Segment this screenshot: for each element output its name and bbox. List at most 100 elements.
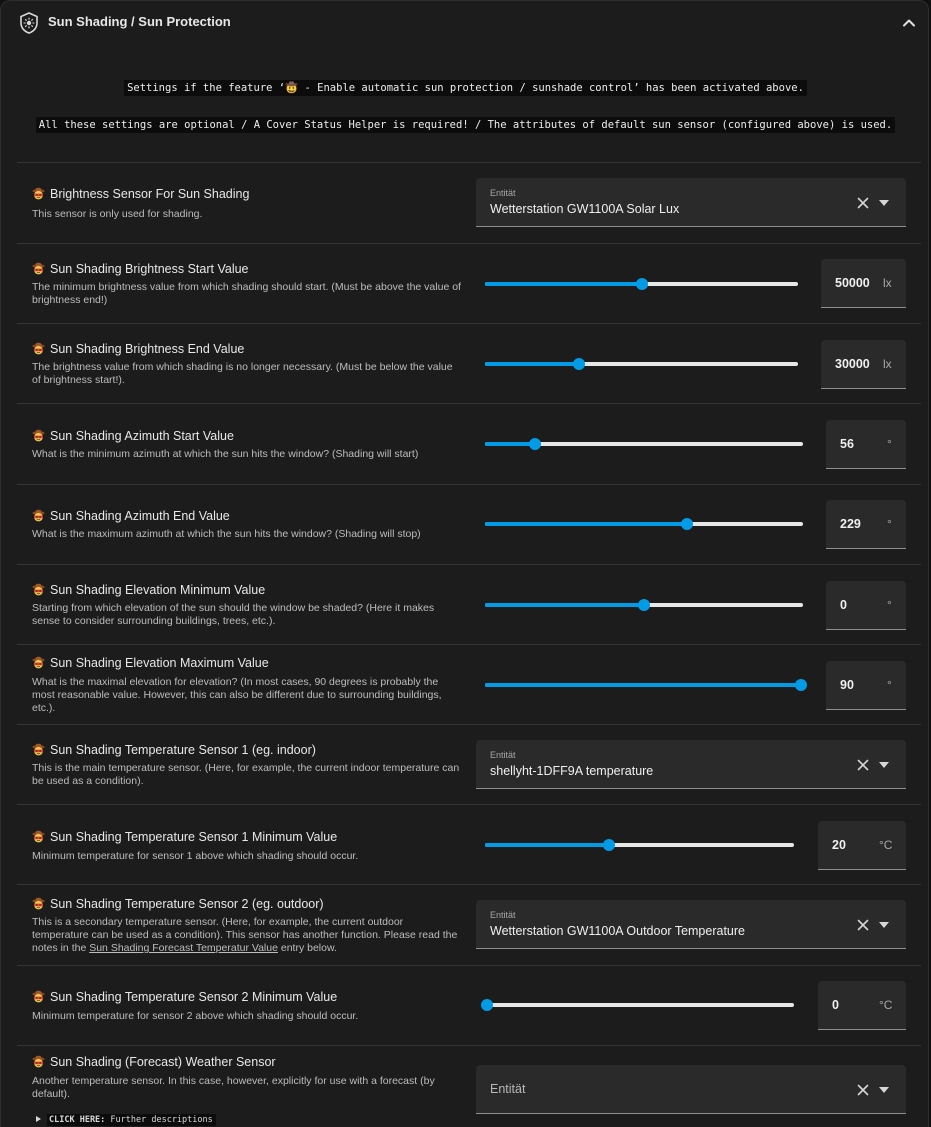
- unit-label: °: [887, 437, 892, 451]
- slider-thumb[interactable]: [481, 999, 493, 1011]
- azimuth-end-input[interactable]: 229 °: [826, 500, 906, 549]
- azimuth-end-slider[interactable]: [485, 517, 803, 531]
- brightness-sensor-select[interactable]: Entität Wetterstation GW1100A Solar Lux: [476, 178, 906, 227]
- elevation-max-slider[interactable]: [485, 678, 807, 692]
- row-temp-1-min: Sun Shading Temperature Sensor 1 Minimum…: [17, 804, 921, 884]
- forecast-temperature-link[interactable]: Sun Shading Forecast Temperatur Value: [89, 942, 278, 954]
- temp-2-min-slider[interactable]: [481, 998, 794, 1012]
- row-description: This is the main temperature sensor. (He…: [32, 762, 460, 787]
- forecast-sensor-select[interactable]: Entität: [476, 1065, 906, 1114]
- clear-icon[interactable]: [857, 197, 869, 209]
- clear-icon[interactable]: [857, 1084, 869, 1096]
- select-value: shellyht-1DFF9A temperature: [490, 764, 654, 778]
- cowboy-emoji-icon: [32, 656, 45, 669]
- row-description: Another temperature sensor. In this case…: [32, 1075, 435, 1100]
- row-title: Sun Shading Brightness End Value: [32, 342, 244, 356]
- select-label: Entität: [490, 910, 516, 920]
- azimuth-start-slider[interactable]: [485, 437, 803, 451]
- cowboy-emoji-icon: [32, 1055, 45, 1068]
- dropdown-arrow-icon[interactable]: [879, 922, 889, 928]
- row-title: Sun Shading Temperature Sensor 1 (eg. in…: [32, 743, 316, 757]
- number-value: 56: [840, 437, 854, 451]
- cowboy-emoji-icon: [32, 429, 45, 442]
- cowboy-emoji-icon: [32, 830, 45, 843]
- cowboy-emoji-icon: [32, 583, 45, 596]
- dropdown-arrow-icon[interactable]: [879, 1087, 889, 1093]
- dropdown-arrow-icon[interactable]: [879, 762, 889, 768]
- select-label: Entität: [490, 188, 516, 198]
- row-forecast-sensor: Sun Shading (Forecast) Weather Sensor An…: [17, 1045, 921, 1127]
- further-descriptions-toggle[interactable]: CLICK HERE: Further descriptions: [36, 1114, 216, 1126]
- shield-sun-icon: [20, 12, 38, 34]
- brightness-end-input[interactable]: 30000 lx: [821, 340, 906, 389]
- cowboy-emoji-icon: [32, 743, 45, 756]
- row-temp-2-min: Sun Shading Temperature Sensor 2 Minimum…: [17, 965, 921, 1045]
- cowboy-emoji-icon: [32, 262, 45, 275]
- select-value: Wetterstation GW1100A Solar Lux: [490, 202, 680, 216]
- unit-label: °C: [879, 838, 893, 852]
- row-elevation-max: Sun Shading Elevation Maximum Value What…: [17, 644, 921, 724]
- slider-thumb[interactable]: [795, 679, 807, 691]
- brightness-start-input[interactable]: 50000 lx: [821, 259, 906, 308]
- slider-thumb[interactable]: [572, 358, 585, 370]
- row-brightness-sensor: Brightness Sensor For Sun Shading This s…: [17, 162, 921, 243]
- number-value: 30000: [835, 357, 870, 371]
- temp-1-min-slider[interactable]: [485, 838, 794, 852]
- elevation-min-slider[interactable]: [485, 598, 803, 612]
- cowboy-emoji-icon: [32, 897, 45, 910]
- row-description: Minimum temperature for sensor 2 above w…: [32, 1010, 359, 1022]
- select-label: Entität: [490, 750, 516, 760]
- clear-icon[interactable]: [857, 759, 869, 771]
- expand-triangle-icon: [36, 1116, 41, 1122]
- number-value: 50000: [835, 276, 870, 290]
- elevation-min-input[interactable]: 0 °: [826, 581, 906, 630]
- row-title: Sun Shading Azimuth End Value: [32, 509, 230, 523]
- unit-label: lx: [883, 276, 892, 290]
- cowboy-emoji-icon: [32, 342, 45, 355]
- unit-label: °: [887, 517, 892, 531]
- row-temp-sensor-1: Sun Shading Temperature Sensor 1 (eg. in…: [17, 724, 921, 804]
- row-elevation-min: Sun Shading Elevation Minimum Value Star…: [17, 564, 921, 644]
- slider-thumb[interactable]: [602, 839, 615, 851]
- slider-thumb[interactable]: [681, 518, 694, 530]
- temp-1-min-input[interactable]: 20 °C: [818, 821, 906, 870]
- row-title: Sun Shading Elevation Maximum Value: [32, 656, 269, 670]
- row-description: What is the minimum azimuth at which the…: [32, 448, 419, 460]
- unit-label: lx: [883, 357, 892, 371]
- slider-thumb[interactable]: [635, 278, 648, 290]
- brightness-end-slider[interactable]: [485, 357, 798, 371]
- row-temp-sensor-2: Sun Shading Temperature Sensor 2 (eg. ou…: [17, 884, 921, 965]
- azimuth-start-input[interactable]: 56 °: [826, 420, 906, 469]
- row-description: This is a secondary temperature sensor. …: [32, 916, 458, 954]
- row-description: Starting from which elevation of the sun…: [32, 602, 435, 627]
- slider-thumb[interactable]: [638, 599, 650, 611]
- row-title: Sun Shading Azimuth Start Value: [32, 429, 234, 443]
- elevation-max-input[interactable]: 90 °: [826, 661, 906, 710]
- row-title: Sun Shading Temperature Sensor 2 Minimum…: [32, 990, 337, 1004]
- panel-header[interactable]: Sun Shading / Sun Protection: [1, 1, 928, 45]
- row-brightness-start: Sun Shading Brightness Start Value The m…: [17, 243, 921, 323]
- cowboy-emoji-icon: [32, 990, 45, 1003]
- row-description: The minimum brightness value from which …: [32, 281, 461, 306]
- notice-feature: Settings if the feature ‘🤠 - Enable auto…: [1, 78, 928, 96]
- unit-label: °C: [879, 998, 893, 1012]
- brightness-start-slider[interactable]: [485, 277, 798, 291]
- row-description: The brightness value from which shading …: [32, 361, 453, 386]
- row-description: What is the maximum azimuth at which the…: [32, 528, 421, 540]
- slider-thumb[interactable]: [528, 438, 541, 450]
- cowboy-emoji-icon: [32, 509, 45, 522]
- number-value: 90: [840, 678, 854, 692]
- unit-label: °: [887, 678, 892, 692]
- dropdown-arrow-icon[interactable]: [879, 200, 889, 206]
- temp-sensor-1-select[interactable]: Entität shellyht-1DFF9A temperature: [476, 740, 906, 789]
- chevron-up-icon[interactable]: [901, 15, 917, 31]
- select-value: Wetterstation GW1100A Outdoor Temperatur…: [490, 924, 745, 938]
- row-description: Minimum temperature for sensor 1 above w…: [32, 850, 359, 862]
- number-value: 20: [832, 838, 846, 852]
- panel-title: Sun Shading / Sun Protection: [48, 14, 231, 29]
- clear-icon[interactable]: [857, 919, 869, 931]
- row-azimuth-end: Sun Shading Azimuth End Value What is th…: [17, 484, 921, 564]
- temp-2-min-input[interactable]: 0 °C: [818, 981, 906, 1030]
- row-title: Sun Shading Temperature Sensor 2 (eg. ou…: [32, 897, 324, 911]
- temp-sensor-2-select[interactable]: Entität Wetterstation GW1100A Outdoor Te…: [476, 900, 906, 949]
